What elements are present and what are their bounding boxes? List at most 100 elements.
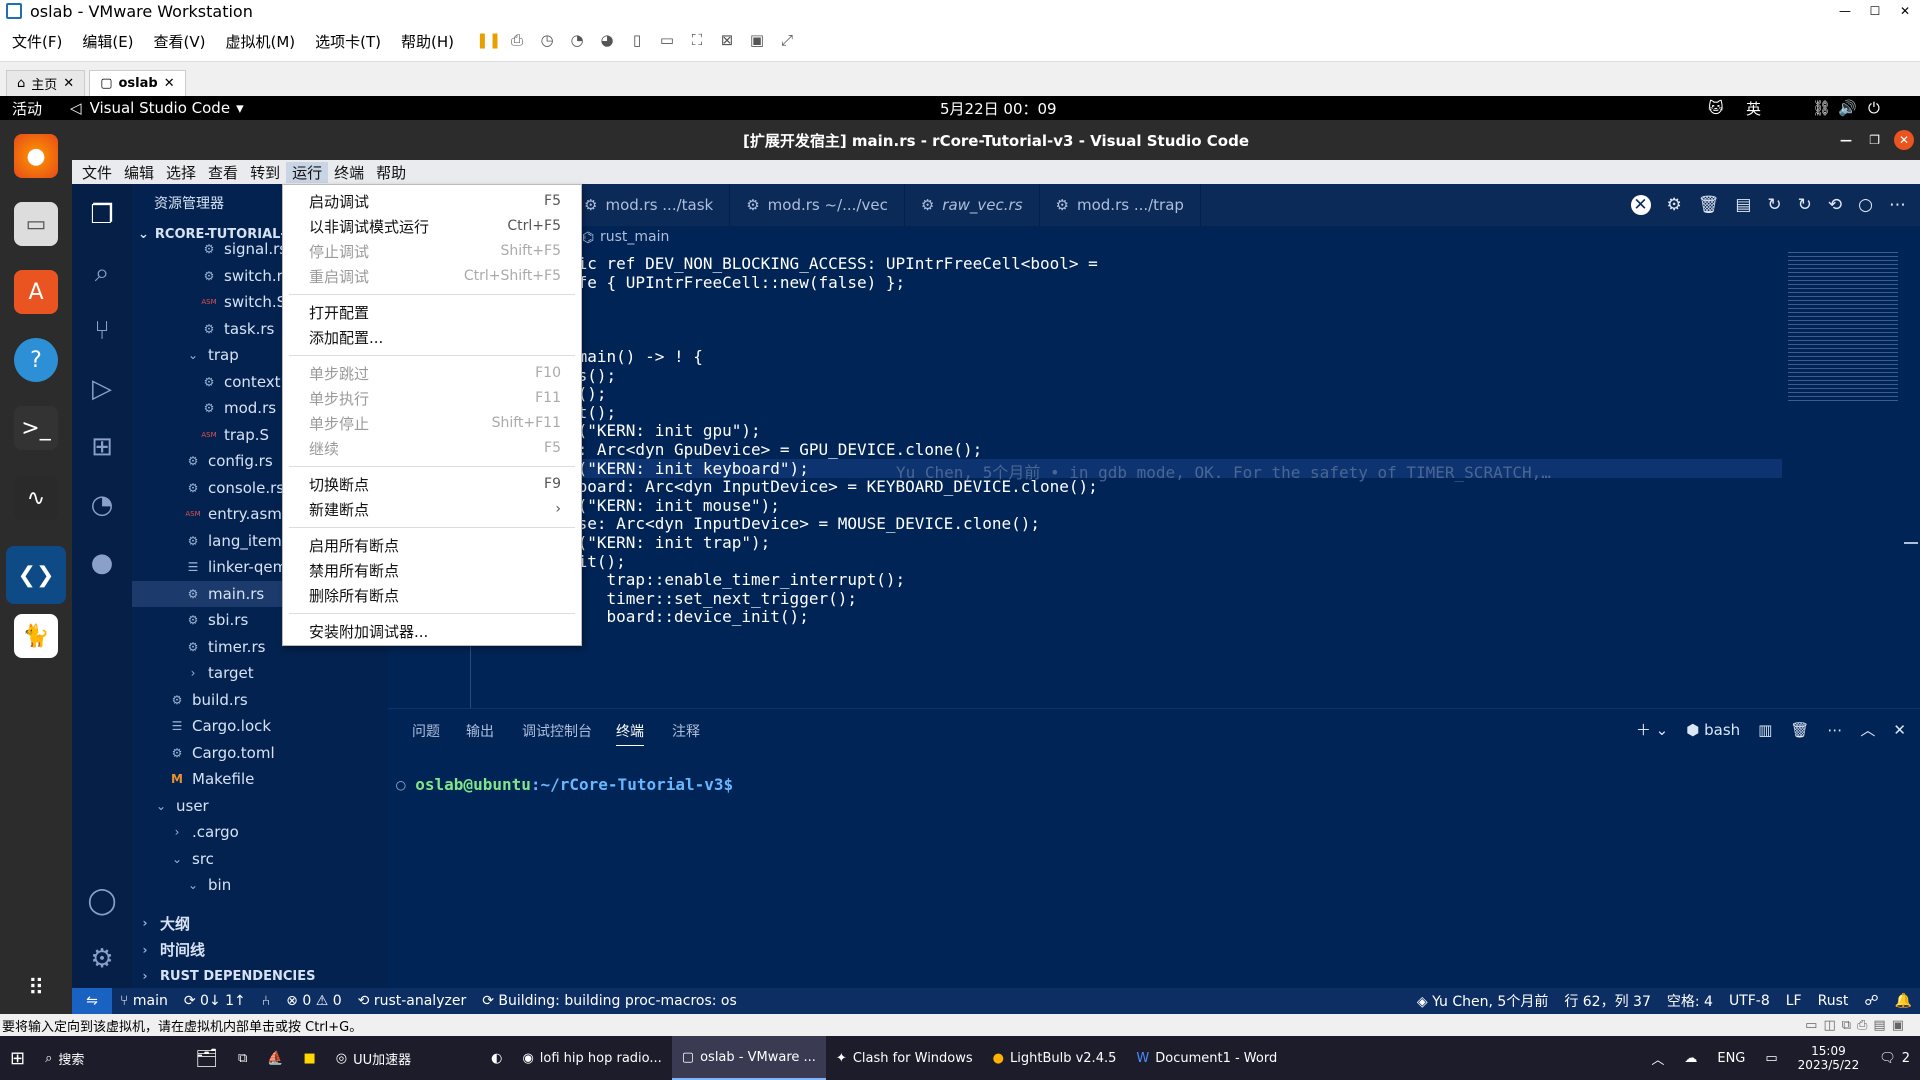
kill-terminal-icon[interactable]: 🗑 [1790,721,1809,739]
minimap[interactable] [1788,252,1898,402]
run-menu-item[interactable]: 以非调试模式运行 Ctrl+F5 [283,214,581,238]
code-line[interactable]: board::device_init(); [568,607,809,626]
scrollbar[interactable] [1904,542,1918,544]
revert-snapshot-icon[interactable]: ◔ [566,31,588,53]
windows-start-icon[interactable]: ⊞ [0,1036,35,1080]
explorer-icon[interactable]: ❐ [72,188,132,242]
files-icon[interactable]: ▭ [14,202,58,246]
close-icon[interactable]: ✕ [1890,4,1920,18]
indentation[interactable]: 空格: 4 [1659,991,1721,1011]
git-blame-status[interactable]: ◈ Yu Chen, 5个月前 [1409,991,1556,1011]
code-line[interactable]: !("KERN: init mouse"); [568,496,780,515]
trash-icon[interactable]: 🗑 [1698,195,1720,215]
extensions-icon[interactable]: ⊞ [72,420,132,474]
close-icon[interactable]: ✕ [63,76,74,91]
editor-tab[interactable]: ⚙ mod.rs ~/.../vec [730,184,905,226]
edge-icon[interactable]: ◐ [481,1036,512,1080]
eol[interactable]: LF [1778,993,1810,1009]
split-terminal-icon[interactable]: ▥ [1758,721,1772,739]
close-icon[interactable]: ✕ [164,76,175,91]
feedback-icon[interactable]: ☍ [1856,993,1886,1009]
terminal-prompt[interactable]: ○ oslab@ubuntu:~/rCore-Tutorial-v3$ [396,775,733,794]
panel-tab-terminal[interactable]: 终端 [616,721,644,746]
tab-oslab[interactable]: ▢ oslab ✕ [89,70,186,96]
new-terminal-icon[interactable]: ＋ ⌄ [1636,719,1668,740]
tree-item[interactable]: ⌄ user [132,793,388,820]
tray-cloud-icon[interactable]: ☁ [1674,1036,1707,1080]
sticky-notes-icon[interactable]: ■ [293,1036,325,1080]
timeline-icon[interactable]: ◔ [72,478,132,532]
archive-icon[interactable]: ▤ [1735,195,1751,215]
maximize-panel-icon[interactable]: ︿ [1860,719,1875,740]
vmware-menu-vm[interactable]: 虚拟机(M) [218,31,304,52]
encoding[interactable]: UTF-8 [1721,993,1778,1009]
system-monitor-icon[interactable]: ∿ [14,476,58,520]
breadcrumb-symbol[interactable]: rust_main [600,229,669,245]
tray-network-icon[interactable]: ▭ [1755,1036,1787,1080]
code-line[interactable]: afe { UPIntrFreeCell::new(false) }; [568,273,905,292]
unity-icon[interactable]: ⊠ [716,31,738,53]
tree-item[interactable]: ⚙ build.rs [132,687,388,714]
thumbnail-icon[interactable]: ▭ [656,31,678,53]
menu-view[interactable]: 查看 [202,162,244,183]
language-mode[interactable]: Rust [1810,993,1857,1009]
stop-debug-icon[interactable]: ✕ [1630,195,1651,215]
maximize-icon[interactable]: ☐ [1860,4,1890,18]
activities-button[interactable]: 活动 [12,98,42,119]
clock[interactable]: 5月22日 00：09 [940,98,1057,119]
tree-item[interactable]: ⌄ bin [132,872,388,899]
cat-icon[interactable]: 🐱 [1708,99,1724,117]
taskbar-app[interactable]: ◎ UU加速器 [326,1036,421,1080]
more-icon[interactable]: ⋯ [1827,721,1842,739]
run-menu-item[interactable]: 打开配置 [283,300,581,324]
close-panel-icon[interactable]: ✕ [1893,721,1906,739]
account-icon[interactable]: ◯ [72,874,132,928]
outline-section[interactable]: › 大纲 [132,910,388,937]
settings-gear-icon[interactable]: ⚙ [72,932,132,986]
vscode-icon[interactable]: ❮❯ [6,546,66,604]
ime-indicator[interactable]: 英 [1746,98,1761,119]
code-line[interactable]: use: Arc<dyn InputDevice> = MOUSE_DEVICE… [568,514,1040,533]
device-icons[interactable]: ▭◫⧉⎙▤▣ [1805,1018,1910,1033]
run-menu-item[interactable]: 新建断点 › [283,497,581,521]
vmware-menu-tabs[interactable]: 选项卡(T) [307,31,389,52]
console-view-icon[interactable]: ▣ [746,31,768,53]
fork-icon[interactable]: ⑃ [254,993,278,1009]
run-menu-item[interactable]: 添加配置... [283,325,581,349]
refresh-icon[interactable]: ↻ [1767,195,1781,215]
editor-tab[interactable]: ⚙ mod.rs .../trap [1040,184,1201,226]
focused-app-menu[interactable]: Visual Studio Code [90,99,231,117]
show-apps-icon[interactable]: ⠿ [14,966,58,1010]
close-icon[interactable]: ✕ [1894,130,1914,150]
problems-indicator[interactable]: ⊗ 0 ⚠ 0 [278,993,349,1009]
vmware-menu-view[interactable]: 查看(V) [146,31,214,52]
code-line[interactable]: timer::set_next_trigger(); [568,589,857,608]
gear-icon[interactable]: ⚙ [1667,195,1682,215]
run-menu-item[interactable]: 启动调试 F5 [283,189,581,213]
tree-item[interactable]: M Makefile [132,766,388,793]
vmware-menu-file[interactable]: 文件(F) [4,31,70,52]
taskbar-app[interactable]: ✦ Clash for Windows [826,1036,983,1080]
editor-tab[interactable]: ⚙ raw_vec.rs [905,184,1040,226]
code-line[interactable]: trap::enable_timer_interrupt(); [568,570,906,589]
run-menu-item[interactable]: 启用所有断点 [283,533,581,557]
taskbar-app[interactable]: ◉ lofi hip hop radio... [512,1036,671,1080]
build-status[interactable]: ⟳ Building: building proc-macros: os [474,993,745,1009]
notification-center[interactable]: 🗨 2 [1869,1036,1920,1080]
tree-item[interactable]: ⚙ Cargo.toml [132,740,388,767]
restore-icon[interactable]: ❐ [1869,133,1880,147]
pause-icon[interactable]: ❚❚ [476,31,501,53]
taskbar-app[interactable]: ● LightBulb v2.4.5 [983,1036,1127,1080]
tab-home[interactable]: ⌂ 主页 ✕ [6,70,86,96]
stretch-icon[interactable]: ⤢ [776,31,798,53]
tree-item[interactable]: ☰ Cargo.lock [132,713,388,740]
menu-edit[interactable]: 编辑 [118,162,160,183]
code-line[interactable]: yboard: Arc<dyn InputDevice> = KEYBOARD_… [568,477,1098,496]
reload-icon[interactable]: ↻ [1798,195,1812,215]
tray-lang[interactable]: ENG [1707,1036,1755,1080]
software-icon[interactable]: A [14,270,58,314]
source-control-icon[interactable]: ⑂ [72,304,132,358]
power-icon[interactable]: ⏻ [1868,99,1880,117]
tree-item[interactable]: ⌄ src [132,846,388,873]
snapshot-manager-icon[interactable]: ◕ [596,31,618,53]
